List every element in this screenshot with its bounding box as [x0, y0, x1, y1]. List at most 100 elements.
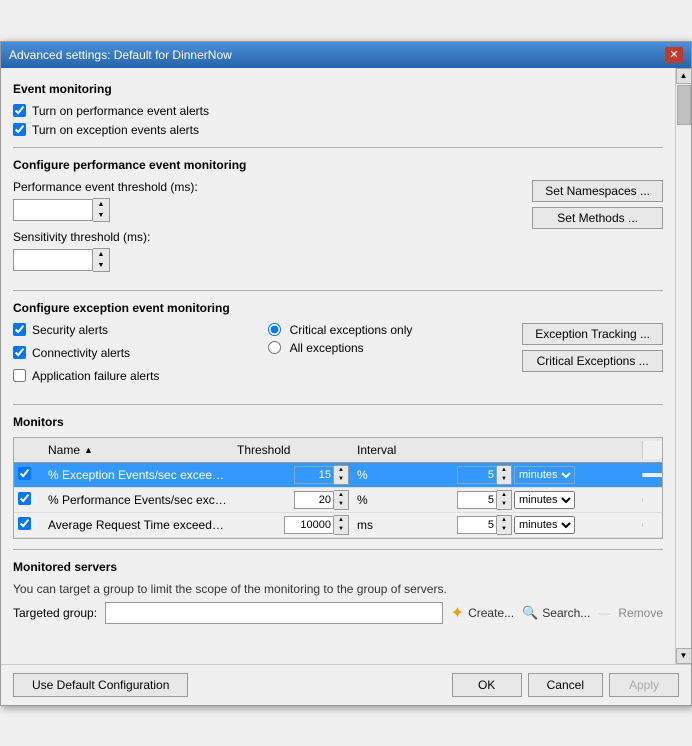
sensitivity-up[interactable]: ▲ — [93, 249, 109, 260]
row1-unit: % — [353, 466, 453, 484]
row3-scroll — [642, 523, 662, 527]
exception-config-title: Configure exception event monitoring — [13, 301, 663, 315]
create-button[interactable]: ✦ Create... — [451, 603, 514, 623]
table-row[interactable]: % Performance Events/sec exce... ▲ ▼ — [14, 488, 662, 513]
row1-interval-up[interactable]: ▲ — [497, 466, 511, 475]
scrollbar[interactable]: ▲ ▼ — [675, 68, 691, 664]
set-methods-button[interactable]: Set Methods ... — [532, 207, 663, 229]
row2-threshold-spin: ▲ ▼ — [294, 490, 349, 510]
scroll-down-arrow[interactable]: ▼ — [676, 648, 692, 664]
perf-threshold-down[interactable]: ▼ — [93, 210, 109, 221]
targeted-label: Targeted group: — [13, 606, 97, 620]
search-button[interactable]: 🔍 Search... — [522, 605, 590, 621]
exception-alerts-checkbox[interactable] — [13, 123, 26, 136]
remove-button[interactable]: Remove — [618, 606, 663, 620]
perf-threshold-up[interactable]: ▲ — [93, 199, 109, 210]
scroll-up-arrow[interactable]: ▲ — [676, 68, 692, 84]
sensitivity-down[interactable]: ▼ — [93, 260, 109, 271]
row1-threshold-btns: ▲ ▼ — [334, 465, 349, 485]
monitored-servers-desc: You can target a group to limit the scop… — [13, 582, 663, 596]
perf-fields: Performance event threshold (ms): 15000 … — [13, 180, 512, 280]
row2-thresh-down[interactable]: ▼ — [334, 500, 348, 509]
divider-4 — [13, 549, 663, 550]
col-scroll — [642, 441, 662, 459]
row1-thresh-up[interactable]: ▲ — [334, 466, 348, 475]
table-row[interactable]: Average Request Time exceeds th... ▲ ▼ — [14, 513, 662, 538]
row1-interval: ▲ ▼ minutes — [453, 463, 642, 487]
perf-threshold-input[interactable]: 15000 — [13, 199, 93, 221]
monitors-table: Name ▲ Threshold Interval — [13, 437, 663, 539]
exception-radios-col: Critical exceptions only All exceptions — [268, 323, 513, 355]
footer-left: Use Default Configuration — [13, 673, 188, 697]
default-config-button[interactable]: Use Default Configuration — [13, 673, 188, 697]
main-content: Event monitoring Turn on performance eve… — [1, 68, 675, 664]
row3-interval-spin: ▲ ▼ minutes — [457, 515, 638, 535]
row3-interval-input[interactable] — [457, 516, 497, 534]
set-methods-label: Set Methods ... — [557, 211, 638, 225]
security-label: Security alerts — [32, 323, 108, 337]
all-radio[interactable] — [268, 341, 281, 354]
row2-interval-input[interactable] — [457, 491, 497, 509]
perf-config-row: Performance event threshold (ms): 15000 … — [13, 180, 663, 280]
sensitivity-input[interactable]: 100 — [13, 249, 93, 271]
create-label: Create... — [468, 606, 514, 620]
row3-name: Average Request Time exceeds th... — [44, 516, 233, 534]
set-namespaces-label: Set Namespaces ... — [545, 184, 650, 198]
critical-exceptions-button[interactable]: Critical Exceptions ... — [522, 350, 663, 372]
ok-button[interactable]: OK — [452, 673, 522, 697]
col-threshold: Threshold — [233, 441, 353, 459]
row3-thresh-up[interactable]: ▲ — [334, 516, 348, 525]
divider-icon: — — [598, 606, 610, 620]
apply-button[interactable]: Apply — [609, 673, 679, 697]
divider-1 — [13, 147, 663, 148]
row2-interval-up[interactable]: ▲ — [497, 491, 511, 500]
row3-threshold-input[interactable] — [284, 516, 334, 534]
row1-interval-input[interactable] — [457, 466, 497, 484]
table-main: Name ▲ Threshold Interval — [14, 438, 662, 538]
row2-interval-down[interactable]: ▼ — [497, 500, 511, 509]
sensitivity-label: Sensitivity threshold (ms): — [13, 230, 512, 244]
search-label: Search... — [542, 606, 590, 620]
row3-interval-up[interactable]: ▲ — [497, 516, 511, 525]
exception-tracking-label: Exception Tracking ... — [535, 327, 650, 341]
exception-buttons: Exception Tracking ... Critical Exceptio… — [522, 323, 663, 372]
critical-radio[interactable] — [268, 323, 281, 336]
row3-interval-unit[interactable]: minutes — [514, 516, 575, 534]
table-row[interactable]: % Exception Events/sec exceeds ... ▲ ▼ — [14, 463, 662, 488]
row1-threshold-input[interactable] — [294, 466, 334, 484]
row1-checkbox[interactable] — [18, 467, 31, 480]
dialog-window: Advanced settings: Default for DinnerNow… — [0, 41, 692, 706]
set-namespaces-button[interactable]: Set Namespaces ... — [532, 180, 663, 202]
perf-alerts-label: Turn on performance event alerts — [32, 104, 209, 118]
row3-interval-btns: ▲ ▼ — [497, 515, 512, 535]
row1-interval-spin: ▲ ▼ minutes — [457, 465, 638, 485]
perf-alerts-checkbox[interactable] — [13, 104, 26, 117]
security-checkbox[interactable] — [13, 323, 26, 336]
close-button[interactable]: ✕ — [665, 47, 683, 63]
row2-check[interactable] — [14, 490, 44, 510]
cancel-button[interactable]: Cancel — [528, 673, 603, 697]
row1-check[interactable] — [14, 465, 44, 485]
row1-thresh-down[interactable]: ▼ — [334, 475, 348, 484]
scroll-thumb[interactable] — [677, 85, 691, 125]
perf-threshold-spin: 15000 ▲ ▼ — [13, 198, 512, 222]
exception-tracking-button[interactable]: Exception Tracking ... — [522, 323, 663, 345]
row2-interval-btns: ▲ ▼ — [497, 490, 512, 510]
app-failure-checkbox[interactable] — [13, 369, 26, 382]
row3-checkbox[interactable] — [18, 517, 31, 530]
row2-checkbox[interactable] — [18, 492, 31, 505]
row3-interval-down[interactable]: ▼ — [497, 525, 511, 534]
row1-interval-unit[interactable]: minutes — [514, 466, 575, 484]
connectivity-checkbox[interactable] — [13, 346, 26, 359]
row2-thresh-up[interactable]: ▲ — [334, 491, 348, 500]
row3-thresh-down[interactable]: ▼ — [334, 525, 348, 534]
row1-interval-btns: ▲ ▼ — [497, 465, 512, 485]
targeted-group-input[interactable] — [105, 602, 443, 624]
row2-interval-unit[interactable]: minutes — [514, 491, 575, 509]
row2-threshold-input[interactable] — [294, 491, 334, 509]
row1-interval-down[interactable]: ▼ — [497, 475, 511, 484]
row2-threshold-btns: ▲ ▼ — [334, 490, 349, 510]
row3-unit: ms — [353, 516, 453, 534]
row3-check[interactable] — [14, 515, 44, 535]
row2-name: % Performance Events/sec exce... — [44, 491, 233, 509]
